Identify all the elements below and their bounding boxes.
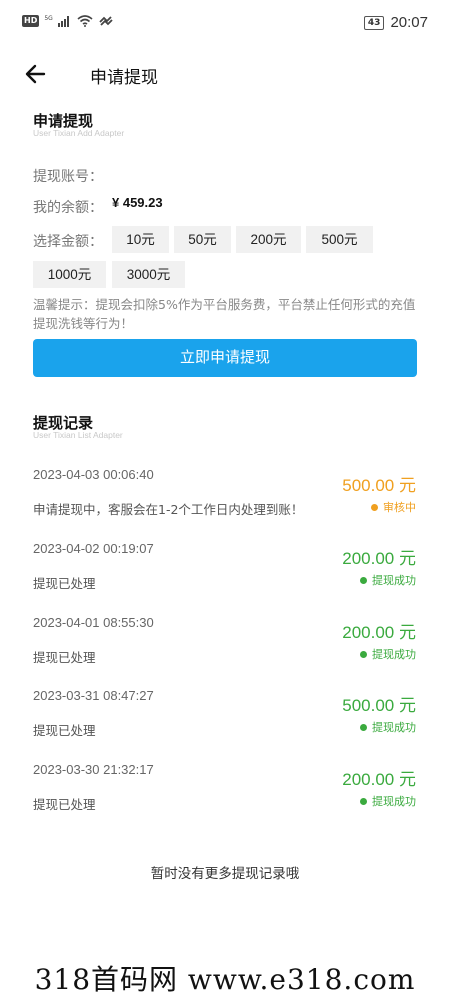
amount-option-50[interactable]: 50元 <box>174 226 231 253</box>
watermark: 318首码网 www.e318.com <box>34 963 416 995</box>
amount-option-1000[interactable]: 1000元 <box>33 261 106 288</box>
record-desc: 提现已处理 <box>33 723 96 738</box>
record-status: 提现成功 <box>360 719 416 735</box>
submit-withdraw-button[interactable]: 立即申请提现 <box>33 339 417 377</box>
record-date: 2023-04-02 00:19:07 <box>33 541 154 556</box>
account-label: 提现账号： <box>33 169 103 185</box>
warm-tip: 温馨提示：提现会扣除5%作为平台服务费，平台禁止任何形式的充值提现洗钱等行为！ <box>33 297 416 331</box>
amount-option-10[interactable]: 10元 <box>112 226 169 253</box>
record-status: 提现成功 <box>360 793 416 809</box>
record-date: 2023-03-31 08:47:27 <box>33 688 154 703</box>
amount-option-3000[interactable]: 3000元 <box>112 261 185 288</box>
record-status: 审核中 <box>371 499 416 515</box>
amount-option-500[interactable]: 500元 <box>306 226 373 253</box>
record-status: 提现成功 <box>360 572 416 588</box>
arrow-left-icon <box>25 64 46 84</box>
status-right: 43 20:07 <box>363 14 428 31</box>
record-date: 2023-03-30 21:32:17 <box>33 762 154 777</box>
apply-section-subtitle: User Tixian Add Adapter <box>33 128 125 138</box>
record-status-label: 提现成功 <box>372 648 416 661</box>
record-amount: 200.00 元 <box>342 770 416 789</box>
record-amount: 200.00 元 <box>342 623 416 642</box>
record-amount: 500.00 元 <box>342 696 416 715</box>
clock: 20:07 <box>390 14 428 31</box>
record-desc: 提现已处理 <box>33 797 96 812</box>
record-desc: 提现已处理 <box>33 650 96 665</box>
status-bar: HD 5G 43 20:07 <box>0 0 450 48</box>
battery-icon: 43 <box>363 15 385 30</box>
record-status-label: 提现成功 <box>372 795 416 808</box>
balance-label: 我的余额： <box>33 200 103 216</box>
status-dot-icon <box>360 576 367 584</box>
signal-icon <box>57 16 69 27</box>
amount-option-200[interactable]: 200元 <box>236 226 301 253</box>
amount-label: 选择金额： <box>33 234 103 250</box>
record-status-label: 提现成功 <box>372 574 416 587</box>
wifi-icon <box>77 15 93 27</box>
record-status: 提现成功 <box>360 646 416 662</box>
status-dot-icon <box>360 723 367 731</box>
balance-value: ¥ 459.23 <box>112 195 163 210</box>
record-desc: 提现已处理 <box>33 576 96 591</box>
link-icon <box>99 16 113 26</box>
status-dot-icon <box>360 650 367 658</box>
status-left: HD 5G <box>22 15 114 27</box>
record-status-label: 审核中 <box>383 501 416 514</box>
status-dot-icon <box>360 797 367 805</box>
network-label: 5G <box>44 14 53 22</box>
record-amount: 200.00 元 <box>342 549 416 568</box>
no-more-records: 暂时没有更多提现记录哦 <box>150 866 300 882</box>
record-status-label: 提现成功 <box>372 721 416 734</box>
records-section-subtitle: User Tixian List Adapter <box>33 430 123 440</box>
record-amount: 500.00 元 <box>342 476 416 495</box>
record-date: 2023-04-01 08:55:30 <box>33 615 154 630</box>
page-title: 申请提现 <box>90 68 158 88</box>
record-desc: 申请提现中，客服会在1-2个工作日内处理到账！ <box>33 502 304 517</box>
back-button[interactable] <box>22 60 50 88</box>
nav-bar: 申请提现 <box>0 54 450 94</box>
status-dot-icon <box>371 503 378 511</box>
record-date: 2023-04-03 00:06:40 <box>33 467 154 482</box>
hd-badge: HD <box>22 15 40 27</box>
